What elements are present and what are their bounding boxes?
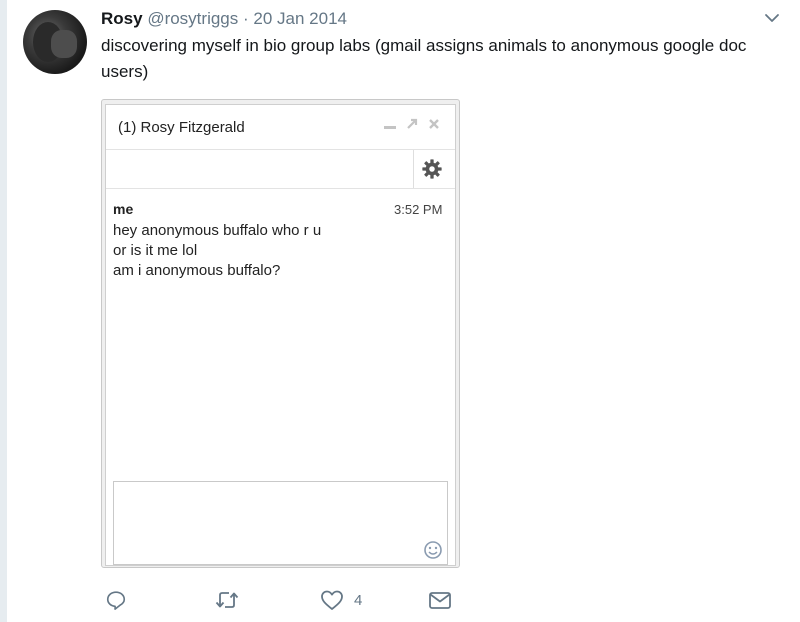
reply-icon [106,591,126,610]
message-line: hey anonymous buffalo who r u [113,222,322,239]
chat-toolbar [106,149,455,189]
toolbar-divider [413,150,414,188]
message-sender: me [113,201,134,217]
retweet-icon [215,592,239,608]
minimize-icon [384,126,396,129]
author-name[interactable]: Rosy [101,9,143,28]
tweet-header: Rosy @rosytriggs · 20 Jan 2014 [101,8,347,30]
heart-icon [321,590,343,610]
close-icon [429,119,439,129]
chat-title: (1) Rosy Fitzgerald [118,119,245,136]
timeline-left-rail [0,0,7,622]
message-line: am i anonymous buffalo? [113,262,281,279]
tweet-text: discovering myself in bio group labs (gm… [101,36,747,81]
gear-icon [422,159,442,179]
reply-button[interactable] [105,585,127,615]
like-button[interactable]: 4 [320,585,362,615]
tweet-media-image[interactable]: (1) Rosy Fitzgerald me 3:52 PM hey anony… [101,99,460,568]
tweet-date[interactable]: 20 Jan 2014 [253,9,347,28]
header-separator: · [243,9,249,28]
like-count: 4 [354,591,363,609]
retweet-button[interactable] [215,585,239,615]
avatar[interactable] [23,10,87,74]
chat-compose-box [113,481,448,565]
author-handle[interactable]: @rosytriggs [147,9,238,28]
message-body: hey anonymous buffalo who r u or is it m… [113,221,321,281]
message-line: or is it me lol [113,242,198,259]
direct-message-button[interactable] [428,585,452,615]
tweet-actions: 4 [0,585,800,615]
avatar-face [51,30,77,58]
window-controls [383,117,441,131]
popout-icon [407,118,418,129]
chevron-down-icon[interactable] [763,9,781,27]
smiley-icon [424,541,442,559]
envelope-icon [429,592,451,609]
chat-window: (1) Rosy Fitzgerald me 3:52 PM hey anony… [105,104,456,566]
message-time: 3:52 PM [394,202,443,217]
